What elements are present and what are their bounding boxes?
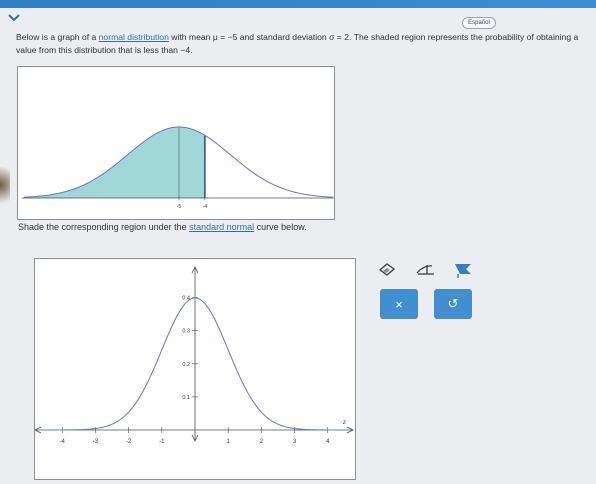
standard-normal-graph[interactable]: -4 -3 -2 -1 1 2 3 4 0.1 0.2 0.3 0.4 z bbox=[34, 258, 356, 480]
x-tick-label: 4 bbox=[326, 439, 330, 445]
normal-curve-chart: -5 -4 bbox=[22, 126, 334, 210]
question-part1: Below is a graph of a bbox=[16, 32, 99, 42]
x-tick-label: -4 bbox=[60, 439, 66, 445]
clear-button[interactable]: × bbox=[380, 289, 418, 319]
language-button[interactable]: Español bbox=[462, 17, 496, 29]
normal-distribution-link[interactable]: normal distribution bbox=[99, 32, 169, 42]
shaded-region bbox=[24, 127, 205, 198]
standard-normal-link[interactable]: standard normal bbox=[189, 222, 254, 232]
chevron-down-icon[interactable] bbox=[6, 10, 22, 26]
shade-prompt: Shade the corresponding region under the… bbox=[18, 222, 307, 232]
x-tick-label: 3 bbox=[293, 439, 297, 445]
undo-button[interactable]: ↺ bbox=[434, 289, 472, 319]
prompt-part1: Shade the corresponding region under the bbox=[18, 222, 190, 232]
x-tick-label: 1 bbox=[227, 439, 231, 445]
region-icon[interactable] bbox=[414, 259, 438, 279]
undo-icon: ↺ bbox=[447, 296, 459, 311]
y-tick-label: 0.3 bbox=[182, 329, 190, 335]
x-tick-label: -2 bbox=[126, 439, 132, 445]
x-tick-label: 2 bbox=[260, 439, 264, 445]
prompt-part2: curve below. bbox=[254, 222, 307, 232]
y-tick-label: 0.1 bbox=[182, 395, 190, 401]
standard-normal-chart[interactable]: -4 -3 -2 -1 1 2 3 40.10.20.30.4z bbox=[34, 259, 355, 479]
y-tick-label: 0.2 bbox=[182, 362, 190, 368]
x-axis-label: z bbox=[342, 418, 346, 426]
x-tick-label: -1 bbox=[159, 439, 165, 445]
top-bar bbox=[0, 0, 596, 8]
x-tick-label: -3 bbox=[93, 439, 99, 445]
close-icon: × bbox=[395, 296, 403, 312]
x-tick-label: -5 bbox=[177, 204, 182, 210]
x-tick-label: -4 bbox=[203, 204, 208, 210]
normal-distribution-graph: -5 -4 bbox=[17, 66, 335, 220]
shade-icon[interactable] bbox=[452, 259, 474, 279]
photo-shadow bbox=[0, 160, 10, 210]
eraser-icon[interactable] bbox=[376, 259, 398, 279]
question-text: Below is a graph of a normal distributio… bbox=[16, 31, 588, 57]
